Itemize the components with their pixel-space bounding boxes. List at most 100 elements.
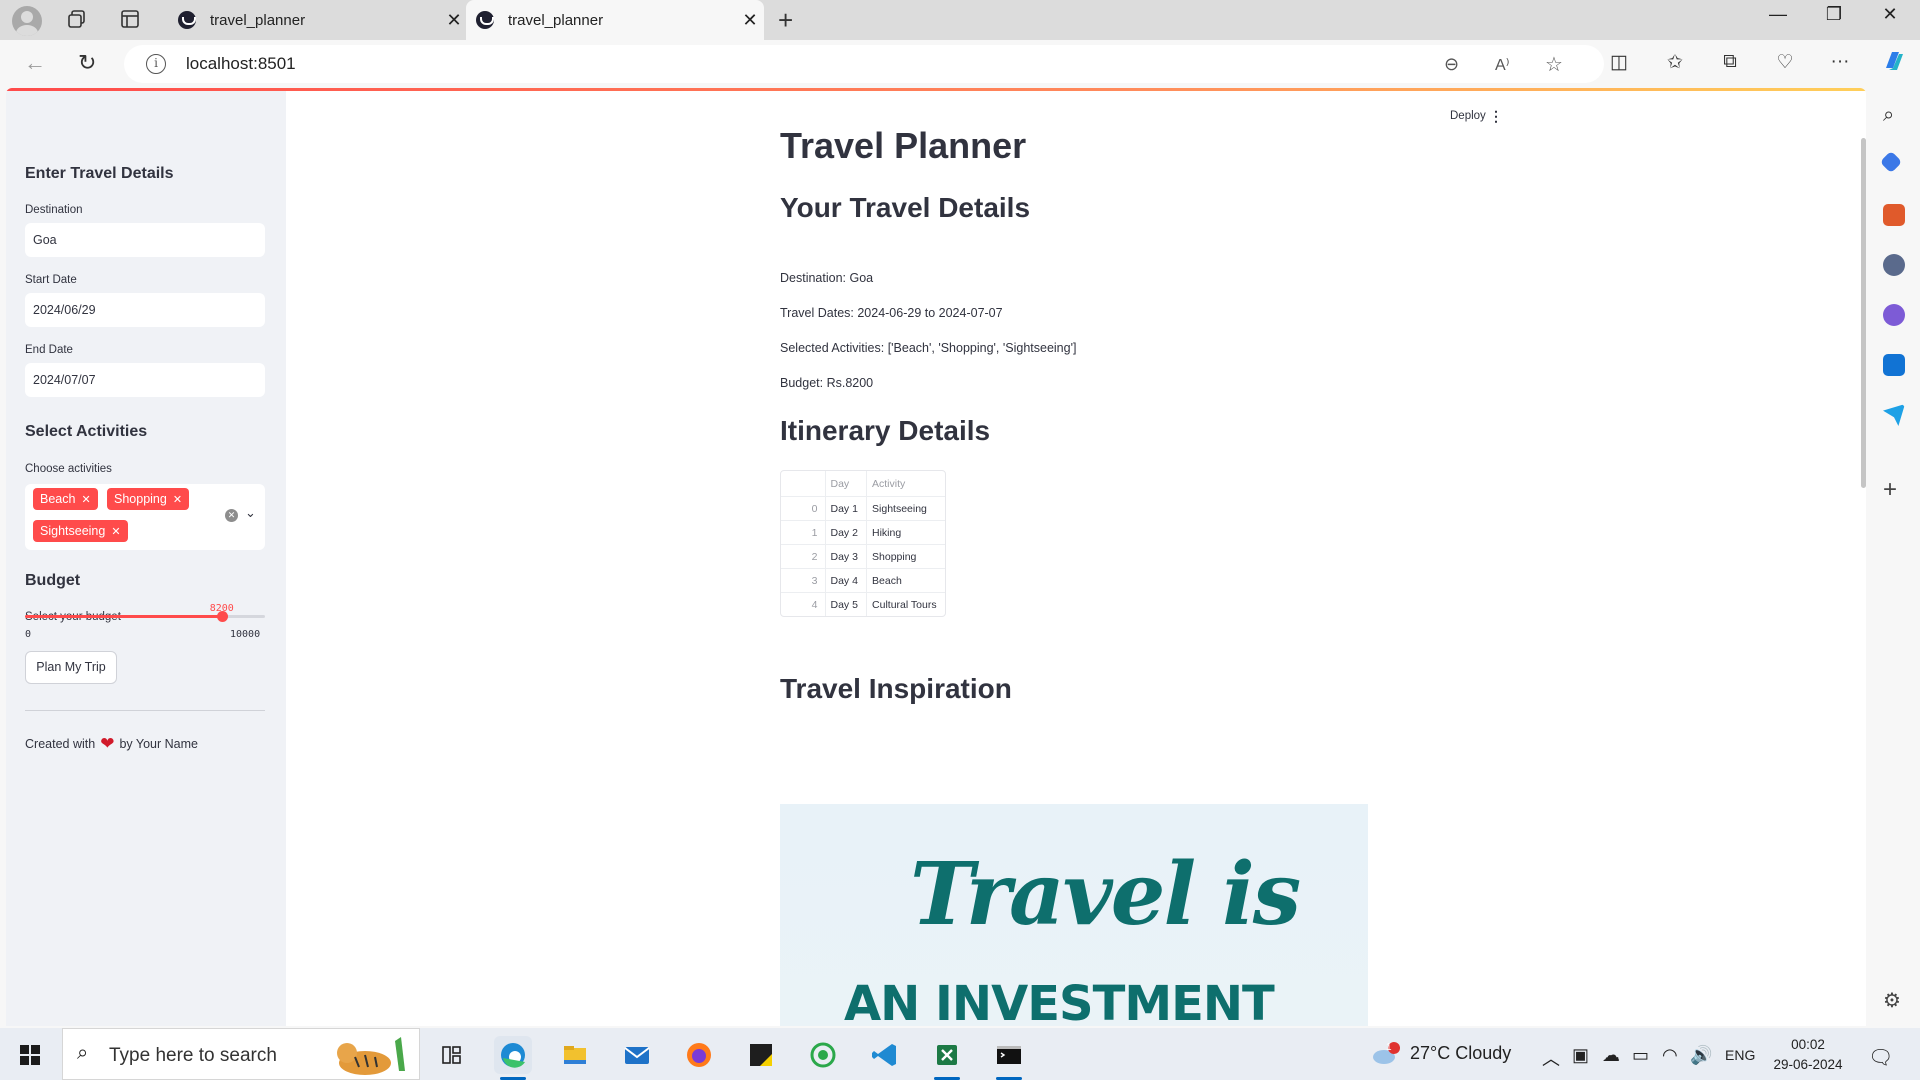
end-date-input[interactable]: 2024/07/07: [25, 363, 265, 397]
day-cell[interactable]: Day 3: [824, 545, 867, 568]
travel-inspiration-heading: Travel Inspiration: [780, 673, 1012, 704]
remove-chip-icon[interactable]: ✕: [81, 494, 90, 506]
shopping-tag-icon[interactable]: [1879, 150, 1903, 174]
column-header-day[interactable]: Day: [824, 471, 867, 496]
browser-essentials-icon[interactable]: ♡: [1771, 51, 1799, 74]
collections-icon[interactable]: ⧉: [1716, 51, 1744, 73]
windows-start-icon[interactable]: [20, 1045, 40, 1065]
deploy-button[interactable]: Deploy: [1450, 110, 1486, 122]
window-close-icon[interactable]: ✕: [1870, 4, 1910, 25]
workspaces-icon[interactable]: [66, 8, 88, 30]
games-icon[interactable]: [1883, 254, 1905, 276]
vscode-icon[interactable]: [866, 1036, 904, 1074]
sidebar-heading-activities: Select Activities: [25, 423, 148, 440]
chevron-down-icon[interactable]: ⌄: [245, 505, 256, 521]
destination-input[interactable]: Goa: [25, 223, 265, 257]
send-icon[interactable]: [1883, 404, 1905, 426]
address-bar[interactable]: i localhost:8501 ⊖ A⁾ ☆: [124, 45, 1604, 83]
activity-cell[interactable]: Hiking: [866, 521, 945, 544]
favorite-star-icon[interactable]: ☆: [1545, 52, 1563, 77]
add-sidebar-app-icon[interactable]: +: [1883, 478, 1905, 502]
budget-slider[interactable]: [25, 611, 265, 622]
terminal-icon[interactable]: [990, 1036, 1028, 1080]
budget-min-label: 0: [25, 629, 32, 640]
chip-label: Beach: [40, 492, 76, 506]
activity-chip-beach[interactable]: Beach ✕: [33, 488, 98, 510]
new-tab-icon[interactable]: +: [778, 5, 793, 36]
split-screen-icon[interactable]: ◫: [1605, 51, 1633, 74]
activity-cell[interactable]: Sightseeing: [866, 497, 945, 520]
close-tab-icon[interactable]: ✕: [440, 10, 468, 31]
clock-date: 29-06-2024: [1773, 1057, 1843, 1072]
clear-all-icon[interactable]: ✕: [225, 509, 238, 522]
sticky-notes-icon[interactable]: [742, 1036, 780, 1074]
favorites-icon[interactable]: ✩: [1661, 51, 1689, 74]
main-menu-icon[interactable]: ⋮: [1489, 108, 1503, 125]
footer-prefix: Created with: [25, 737, 96, 751]
task-view-icon[interactable]: [432, 1036, 470, 1074]
activity-cell[interactable]: Shopping: [866, 545, 945, 568]
show-hidden-icons-icon[interactable]: ︿: [1542, 1045, 1560, 1071]
plan-my-trip-button[interactable]: Plan My Trip: [25, 651, 117, 684]
search-icon[interactable]: ⌕: [1883, 104, 1905, 126]
day-cell[interactable]: Day 4: [824, 569, 867, 592]
restore-icon[interactable]: ❐: [1814, 4, 1854, 25]
taskbar-clock[interactable]: 00:02 29-06-2024: [1768, 1035, 1848, 1075]
volume-icon[interactable]: 🔊: [1690, 1045, 1712, 1066]
activity-chip-sightseeing[interactable]: Sightseeing ✕: [33, 520, 128, 542]
microsoft-365-icon[interactable]: [1883, 304, 1905, 326]
streamlit-favicon-icon: [476, 11, 494, 29]
copilot-icon[interactable]: [1880, 48, 1908, 80]
activity-cell[interactable]: Beach: [866, 569, 945, 592]
activity-cell[interactable]: Cultural Tours: [866, 593, 945, 616]
start-date-input[interactable]: 2024/06/29: [25, 293, 265, 327]
tab-travel-planner-1[interactable]: travel_planner ✕: [168, 0, 474, 40]
column-header-activity[interactable]: Activity: [866, 471, 945, 496]
battery-icon[interactable]: ▭: [1632, 1045, 1649, 1066]
chip-label: Shopping: [114, 492, 167, 506]
file-explorer-icon[interactable]: [556, 1036, 594, 1074]
onedrive-icon[interactable]: ☁: [1602, 1045, 1620, 1066]
profile-avatar-icon[interactable]: [12, 6, 42, 36]
meet-now-icon[interactable]: ▣: [1572, 1045, 1589, 1066]
activities-multiselect[interactable]: Beach ✕ Shopping ✕ Sightseeing ✕ ✕ ⌄: [25, 484, 265, 550]
edge-taskbar-icon[interactable]: [494, 1036, 532, 1080]
site-info-icon[interactable]: i: [146, 54, 166, 74]
wifi-icon[interactable]: ◠: [1662, 1045, 1678, 1066]
budget-text: Budget: Rs.8200: [780, 376, 874, 390]
activity-chip-shopping[interactable]: Shopping ✕: [107, 488, 190, 510]
page-scrollbar[interactable]: [1861, 138, 1866, 488]
recording-app-icon[interactable]: [804, 1036, 842, 1074]
taskbar-search[interactable]: ⌕ Type here to search: [62, 1028, 420, 1080]
tab-title: travel_planner: [508, 11, 604, 29]
outlook-icon[interactable]: [1883, 354, 1905, 376]
destination-label: Destination: [25, 204, 83, 216]
day-cell[interactable]: Day 2: [824, 521, 867, 544]
read-aloud-icon[interactable]: A⁾: [1495, 55, 1510, 75]
firefox-icon[interactable]: [680, 1036, 718, 1074]
tools-icon[interactable]: [1883, 204, 1905, 226]
minimize-icon[interactable]: —: [1758, 4, 1798, 25]
refresh-icon[interactable]: ↻: [78, 50, 96, 76]
activities-label: Choose activities: [25, 463, 112, 475]
budget-slider-thumb[interactable]: [216, 611, 228, 622]
itinerary-table[interactable]: Day Activity 0 Day 1 Sightseeing 1 Day 2…: [780, 470, 946, 617]
weather-cloud-icon[interactable]: [1370, 1041, 1400, 1072]
remove-chip-icon[interactable]: ✕: [111, 526, 120, 538]
tab-actions-icon[interactable]: [119, 8, 141, 30]
tab-travel-planner-2[interactable]: travel_planner ✕: [466, 0, 764, 40]
notifications-icon[interactable]: 🗨: [1868, 1045, 1893, 1070]
zoom-out-icon[interactable]: ⊖: [1444, 54, 1459, 75]
excel-icon[interactable]: [928, 1036, 966, 1080]
more-options-icon[interactable]: ···: [1826, 51, 1854, 73]
destination-text: Destination: Goa: [780, 271, 874, 285]
close-tab-icon[interactable]: ✕: [736, 10, 764, 31]
back-icon[interactable]: ←: [24, 50, 46, 76]
day-cell[interactable]: Day 5: [824, 593, 867, 616]
language-indicator[interactable]: ENG: [1725, 1047, 1755, 1063]
day-cell[interactable]: Day 1: [824, 497, 867, 520]
weather-text[interactable]: 27°C Cloudy: [1410, 1043, 1511, 1064]
remove-chip-icon[interactable]: ✕: [173, 494, 182, 506]
mail-icon[interactable]: [618, 1036, 656, 1074]
sidebar-settings-icon[interactable]: ⚙: [1883, 988, 1905, 1012]
